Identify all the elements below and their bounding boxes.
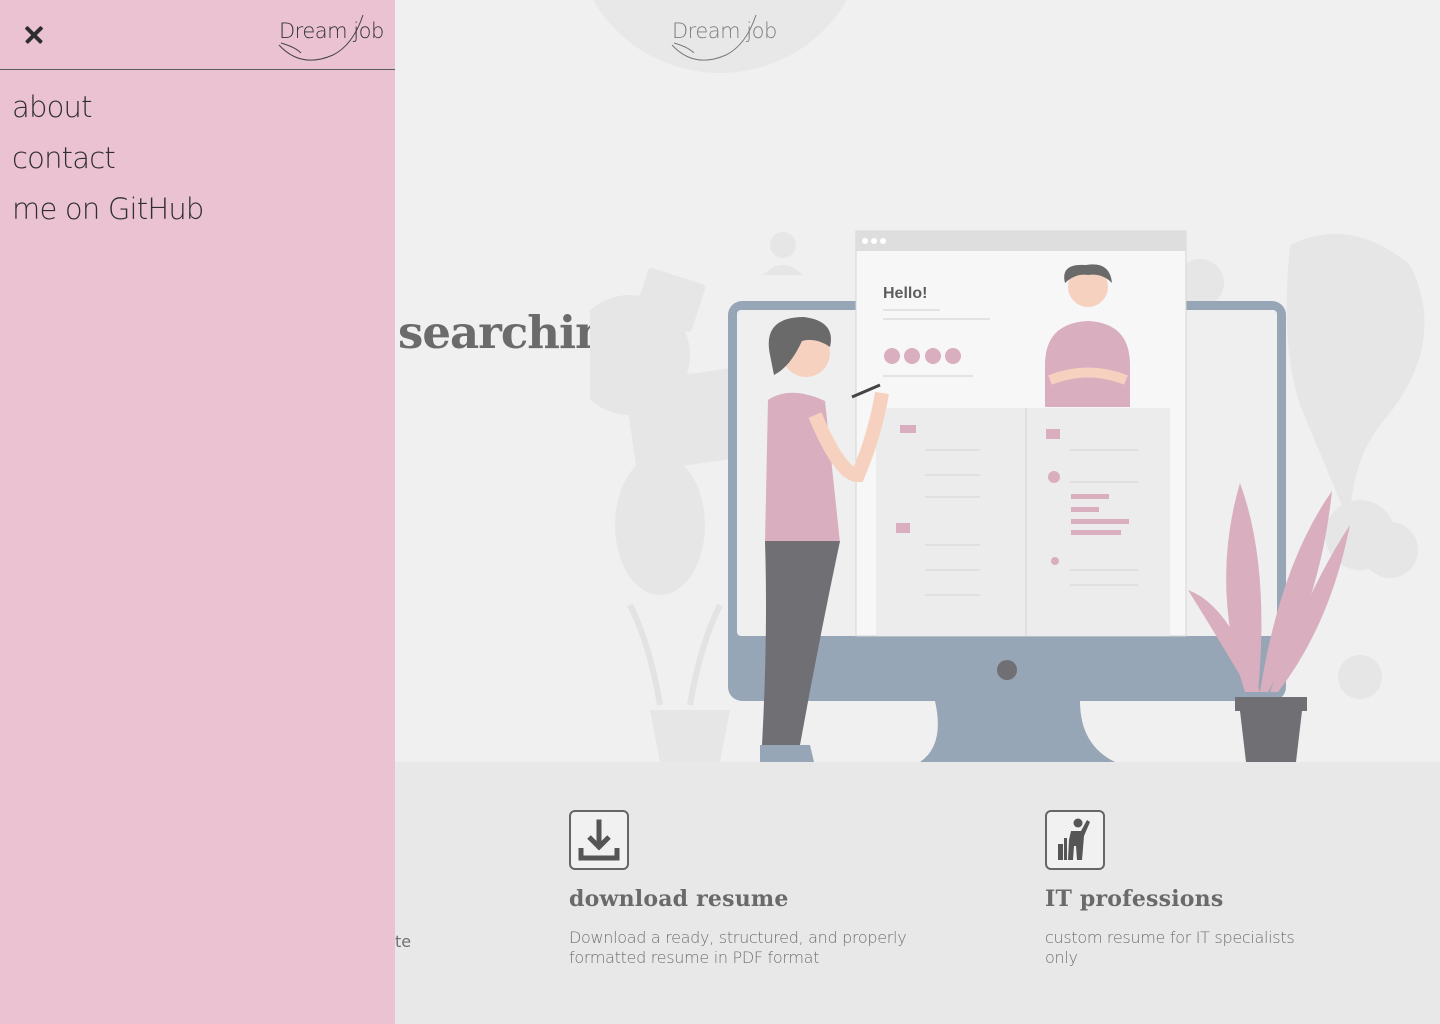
nav-item-contact[interactable]: contact	[12, 133, 395, 184]
features-section: te download resume Download a ready, str…	[395, 762, 1440, 1024]
professional-person-icon	[1045, 810, 1105, 870]
logo-text: Dream job	[279, 19, 384, 43]
feature-title: download resume	[569, 886, 789, 912]
feature-partial-text: te	[395, 932, 412, 951]
nav-item-about[interactable]: about	[12, 82, 395, 133]
drawer-logo[interactable]: Dream job	[271, 11, 384, 67]
feature-description: custom resume for IT specialists only	[1045, 928, 1295, 967]
drawer-header: Dream job	[0, 0, 395, 70]
main-logo[interactable]: Dream job	[664, 11, 777, 67]
feature-download-resume: download resume Download a ready, struct…	[569, 810, 909, 968]
download-icon	[569, 810, 629, 870]
drawer-nav: about contact me on GitHub	[0, 70, 395, 235]
side-drawer: Dream job about contact me on GitHub	[0, 0, 395, 1024]
hero-illustration: Hello!	[590, 230, 1425, 762]
feature-title: IT professions	[1045, 886, 1224, 912]
logo-text: Dream job	[672, 19, 777, 43]
feature-description: Download a ready, structured, and proper…	[569, 928, 907, 967]
user-bg-icon	[770, 232, 796, 258]
feature-it-professions: IT professions custom resume for IT spec…	[1045, 810, 1305, 968]
illustration-greeting: Hello!	[883, 285, 927, 302]
close-icon[interactable]	[22, 22, 48, 48]
nav-item-github[interactable]: me on GitHub	[12, 184, 395, 235]
